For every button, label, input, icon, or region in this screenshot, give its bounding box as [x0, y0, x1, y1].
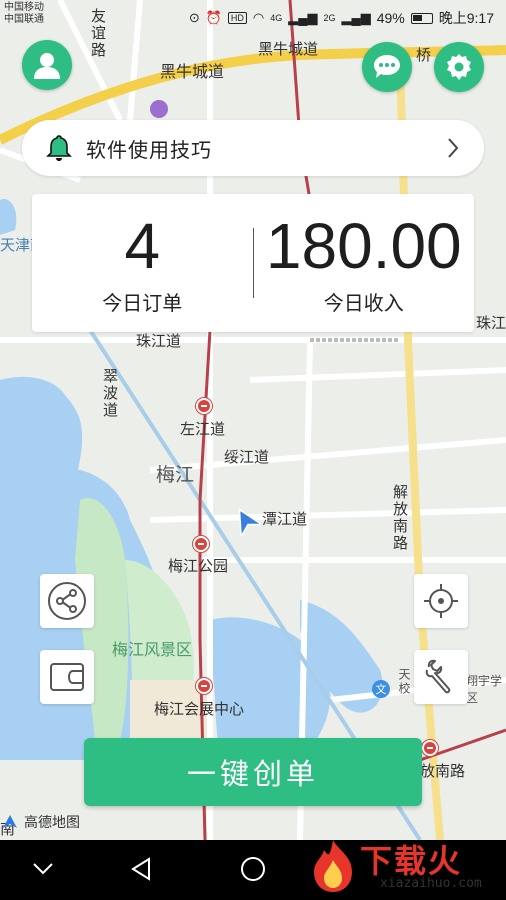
- today-orders-stat[interactable]: 4 今日订单: [32, 194, 253, 332]
- carrier-2: 中国联通: [4, 14, 44, 25]
- network-2: 2G: [323, 13, 336, 23]
- signal-2-icon: ▂▄▆: [341, 10, 371, 25]
- today-income-label: 今日收入: [323, 290, 404, 315]
- chevron-right-icon: [448, 138, 459, 158]
- settings-button[interactable]: [434, 42, 484, 92]
- nav-back-button[interactable]: [126, 854, 156, 884]
- today-income-stat[interactable]: 180.00 今日收入: [254, 194, 475, 332]
- status-bar: 中国移动 中国联通 ⊙ ⏰ HD ◠ 4G ▂▄▆ 2G ▂▄▆ 49% 晚上9…: [0, 0, 506, 36]
- map-label-meijiang-park: 梅江公园: [168, 557, 229, 575]
- gear-icon: [447, 54, 471, 80]
- wallet-icon: [50, 663, 84, 691]
- map-label-zuojiang: 左江道: [180, 420, 226, 438]
- map-label-tanjiang: 潭江道: [262, 510, 308, 528]
- map-label-zhujiang: 珠江道: [136, 332, 182, 350]
- today-orders-label: 今日订单: [102, 290, 183, 315]
- watermark: 下载火 xiazaihuo.com: [300, 832, 506, 900]
- amap-logo-icon: [3, 815, 17, 828]
- share-button[interactable]: [40, 574, 94, 628]
- user-icon: [34, 53, 60, 79]
- today-stats-card: 4 今日订单 180.00 今日收入: [32, 194, 474, 332]
- share-icon: [48, 582, 86, 620]
- metro-station-icon: [196, 678, 212, 694]
- create-order-button[interactable]: 一键创单: [84, 738, 422, 806]
- signal-1-icon: ▂▄▆: [288, 10, 318, 25]
- map-label-exhibition: 梅江会展中心: [154, 700, 245, 718]
- battery-icon: [410, 12, 433, 24]
- map-label-meijiang: 梅江: [156, 464, 195, 486]
- chat-bubble-icon: [374, 55, 400, 78]
- school-marker-icon: 文: [372, 680, 390, 698]
- wifi-icon: ◠: [252, 10, 265, 25]
- fire-logo-icon: [314, 840, 352, 892]
- map-label-tianxiao: 天校: [397, 668, 411, 696]
- today-income-value: 180.00: [265, 209, 462, 282]
- map-label-scenic: 梅江风景区: [112, 640, 193, 659]
- tips-bar[interactable]: 软件使用技巧: [22, 120, 484, 176]
- locate-button[interactable]: [414, 574, 468, 628]
- wrench-icon: [425, 659, 451, 694]
- tips-label: 软件使用技巧: [86, 137, 212, 162]
- map-label-jiefang: 解放南路: [391, 484, 409, 552]
- crosshair-icon: [424, 584, 458, 618]
- back-triangle-icon: [131, 857, 150, 881]
- metro-station-icon: [422, 740, 438, 756]
- tools-button[interactable]: [414, 650, 468, 704]
- map-label-cuibo: 翠波道: [101, 368, 119, 419]
- alarm-icon: ⏰: [205, 10, 222, 25]
- nav-home-button[interactable]: [238, 854, 268, 884]
- clock: 晚上9:17: [438, 10, 494, 26]
- poi-marker-icon: [150, 100, 168, 118]
- map-provider-name: 高德地图: [24, 815, 80, 831]
- watermark-url: xiazaihuo.com: [380, 876, 482, 891]
- message-button[interactable]: [362, 42, 412, 92]
- map-label-fangnan: 放南路: [420, 762, 466, 780]
- location-status-icon: ⊙: [188, 10, 200, 25]
- map-provider-logo: 高德地图: [2, 812, 80, 832]
- bell-icon: [46, 135, 72, 161]
- today-orders-value: 4: [124, 209, 161, 282]
- carrier-1: 中国移动: [4, 2, 44, 13]
- profile-button[interactable]: [22, 40, 72, 90]
- map-label-heiniucheng-2: 黑牛城道: [160, 62, 225, 81]
- map-label-zhujiang-2: 珠江: [476, 314, 506, 332]
- wallet-button[interactable]: [40, 650, 94, 704]
- metro-station-icon: [196, 398, 212, 414]
- location-arrow-icon: [238, 508, 260, 536]
- battery-percent: 49%: [376, 10, 405, 26]
- hd-icon: HD: [227, 12, 247, 24]
- chevron-down-icon: [33, 863, 53, 875]
- nav-hide-button[interactable]: [28, 854, 58, 884]
- map-label-suijiang: 绥江道: [224, 448, 270, 466]
- home-circle-icon: [241, 857, 265, 881]
- map-label-xiangyu: 翔宇学区: [466, 674, 503, 705]
- metro-station-icon: [193, 536, 209, 552]
- network-1: 4G: [270, 13, 283, 23]
- map-label-heiniucheng: 黑牛城道: [258, 40, 319, 58]
- carrier-info: 中国移动 中国联通: [4, 2, 44, 26]
- map-label-bridge: 桥: [416, 46, 432, 64]
